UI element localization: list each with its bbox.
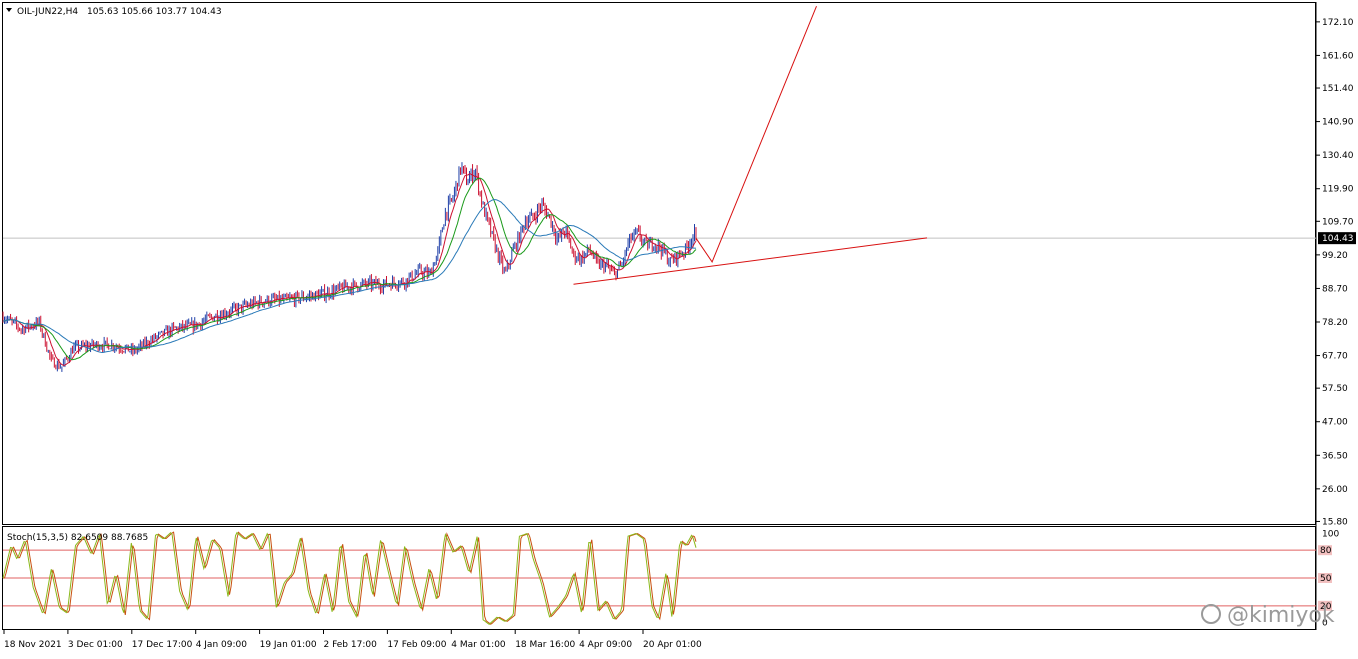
symbol-label: OIL-JUN22,H4: [17, 7, 78, 17]
price-tick-label: 130.40: [1322, 151, 1354, 161]
ohlc-values: 105.63 105.66 103.77 104.43: [87, 7, 222, 17]
time-tick-label: 4 Jan 09:00: [196, 640, 248, 650]
candlesticks: [2, 162, 697, 372]
price-tick-label: 47.00: [1322, 418, 1348, 428]
price-tick-label: 161.60: [1322, 51, 1354, 61]
time-tick-label: 19 Jan 01:00: [260, 640, 317, 650]
stoch-tick-100: 100: [1322, 530, 1339, 540]
time-tick-label: 20 Apr 01:00: [643, 640, 702, 650]
price-tick-label: 109.70: [1322, 217, 1354, 227]
price-tick-label: 78.20: [1322, 318, 1348, 328]
moving-average-fast: [2, 173, 697, 366]
current-price-tag: 104.43: [1318, 232, 1356, 245]
moving-averages: [2, 173, 697, 366]
watermark: @kimiyok: [1201, 603, 1335, 628]
stoch-levels: [3, 549, 1316, 607]
dropdown-triangle-icon[interactable]: [6, 8, 12, 12]
price-tick-label: 57.50: [1322, 384, 1348, 394]
stoch-level-label: 80: [1320, 546, 1332, 556]
chart-window: 172.10 161.60 151.40 140.90 130.40 119.90 109.…: [0, 0, 1358, 655]
time-tick-label: 2 Feb 17:00: [324, 640, 378, 650]
time-tick-label: 18 Nov 2021: [4, 640, 62, 650]
price-tick-label: 99.20: [1322, 251, 1348, 261]
main-plot-frame: [2, 2, 1316, 525]
chart-canvas[interactable]: 172.10 161.60 151.40 140.90 130.40 119.90 109.…: [0, 0, 1358, 655]
price-tick-label: 26.00: [1322, 485, 1348, 495]
time-tick-label: 17 Feb 09:00: [387, 640, 446, 650]
price-tick-label: 172.10: [1322, 18, 1354, 28]
time-tick-label: 18 Mar 16:00: [515, 640, 575, 650]
price-scale: 172.10 161.60 151.40 140.90 130.40 119.90 109.…: [1316, 18, 1354, 527]
support-trendline: [573, 237, 928, 285]
moving-average-mid: [2, 177, 697, 361]
watermark-logo-icon: [1201, 604, 1221, 624]
moving-average-slow: [2, 199, 697, 354]
time-scale: 18 Nov 2021 3 Dec 01:00 17 Dec 17:00 4 Jan …: [3, 630, 702, 650]
trendline-annotations[interactable]: [573, 6, 928, 285]
price-tick-label: 36.50: [1322, 451, 1348, 461]
price-tick-label: 15.80: [1322, 517, 1348, 527]
stoch-level-label: 50: [1320, 574, 1332, 584]
time-tick-label: 4 Mar 01:00: [451, 640, 506, 650]
stoch-indicator-label: Stoch(15,3,5) 82.6509 88.7685: [7, 533, 148, 543]
price-tag-value: 104.43: [1322, 234, 1354, 244]
price-tick-label: 140.90: [1322, 118, 1354, 128]
time-tick-label: 17 Dec 17:00: [132, 640, 193, 650]
price-tick-label: 67.70: [1322, 352, 1348, 362]
projection-line: [695, 6, 817, 263]
price-tick-label: 88.70: [1322, 284, 1348, 294]
time-tick-label: 3 Dec 01:00: [68, 640, 123, 650]
price-tick-label: 151.40: [1322, 84, 1354, 94]
price-tick-label: 119.90: [1322, 185, 1354, 195]
chart-header: OIL-JUN22,H4 105.63 105.66 103.77 104.43: [6, 7, 222, 17]
time-tick-label: 4 Apr 09:00: [579, 640, 632, 650]
watermark-text: @kimiyok: [1227, 603, 1335, 628]
